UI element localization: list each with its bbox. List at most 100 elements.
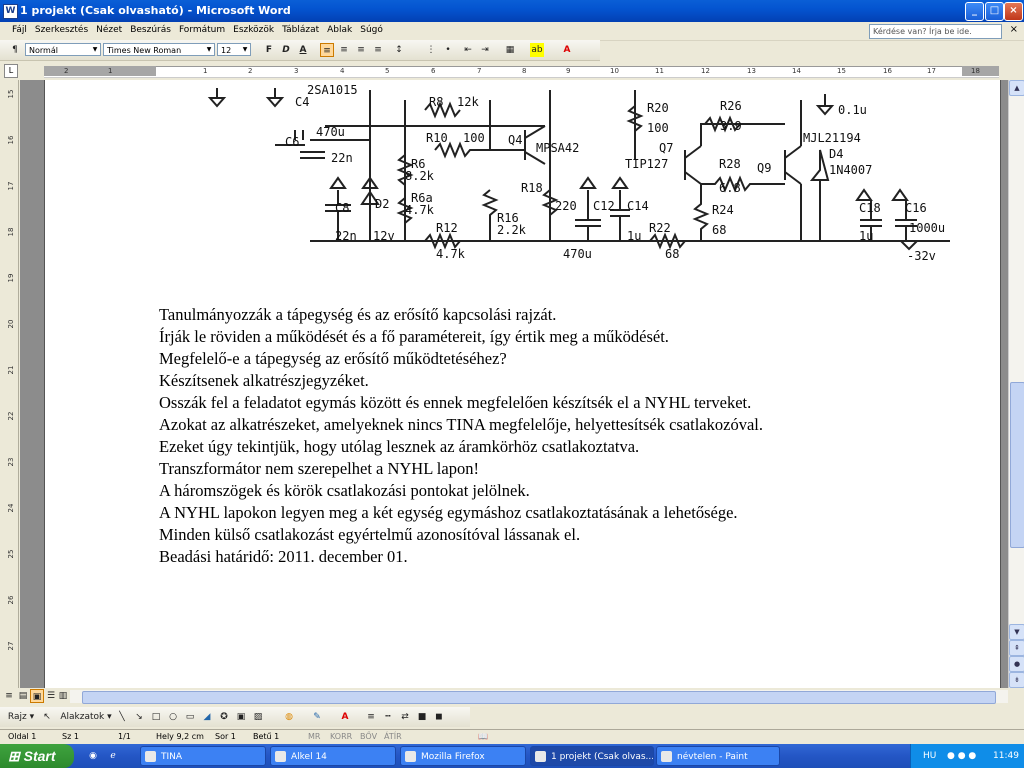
bullets-icon[interactable]: • <box>441 43 455 57</box>
fill-color-icon[interactable]: ◍ <box>282 710 296 724</box>
horizontal-scrollbar[interactable] <box>70 690 1008 704</box>
font-size-combo[interactable]: 12 ▼ <box>217 43 251 56</box>
scroll-down-icon[interactable]: ▼ <box>1009 624 1024 640</box>
document-line[interactable]: Írják le röviden a működését és a fő par… <box>159 326 763 348</box>
style-combo[interactable]: Normál ▼ <box>25 43 101 56</box>
tab-selector-icon[interactable]: L <box>4 64 18 78</box>
taskbar-task[interactable]: névtelen - Paint <box>656 746 780 766</box>
menu-item-5[interactable]: Eszközök <box>229 23 278 37</box>
picture-icon[interactable]: ▨ <box>251 710 265 724</box>
language-indicator[interactable]: HU <box>923 744 936 768</box>
reading-view-icon[interactable]: ▥ <box>56 689 70 703</box>
bold-button[interactable]: F <box>262 43 276 57</box>
next-page-icon[interactable]: ⇟ <box>1009 672 1024 688</box>
clip-art-icon[interactable]: ▣ <box>234 710 248 724</box>
taskbar-task[interactable]: 1 projekt (Csak olvas... <box>530 746 654 766</box>
menu-item-4[interactable]: Formátum <box>175 23 229 37</box>
scroll-up-icon[interactable]: ▲ <box>1009 80 1024 96</box>
wordart-icon[interactable]: ◢ <box>200 710 214 724</box>
line-style-icon[interactable]: ≡ <box>364 710 378 724</box>
horizontal-ruler[interactable]: L 2 1 1 2 3 4 5 6 7 8 9 10 11 12 13 14 15 16 17 18 <box>0 62 1024 80</box>
close-document-icon[interactable]: × <box>1010 24 1018 35</box>
draw-menu-button[interactable]: Rajz ▾ <box>4 710 38 724</box>
status-mode-ext[interactable]: BŐV <box>360 732 377 741</box>
menu-item-0[interactable]: Fájl <box>8 23 31 37</box>
document-line[interactable]: Megfelelő-e a tápegység az erősítő működ… <box>159 348 763 370</box>
taskbar-task[interactable]: Alkel 14 <box>270 746 396 766</box>
underline-button[interactable]: A <box>296 43 310 57</box>
diagram-icon[interactable]: ✪ <box>217 710 231 724</box>
text-box-icon[interactable]: ▭ <box>183 710 197 724</box>
status-mode-rec[interactable]: MR <box>308 732 320 741</box>
taskbar-task[interactable]: Mozilla Firefox <box>400 746 526 766</box>
spelling-status-icon[interactable]: 📖 <box>478 732 488 741</box>
select-objects-icon[interactable]: ↖ <box>40 710 54 724</box>
document-line[interactable]: Tanulmányozzák a tápegység és az erősítő… <box>159 304 763 326</box>
numbering-icon[interactable]: ⋮ <box>424 43 438 57</box>
autoshapes-button[interactable]: Alakzatok ▾ <box>60 710 112 724</box>
word-app-icon[interactable]: W <box>3 4 18 19</box>
status-mode-ovr[interactable]: ÁTÍR <box>384 732 402 741</box>
ie-icon[interactable]: ℯ <box>106 749 120 763</box>
align-center-button[interactable]: ≡ <box>337 43 351 57</box>
justify-button[interactable]: ≡ <box>371 43 385 57</box>
rectangle-icon[interactable]: □ <box>149 710 163 724</box>
close-button[interactable]: × <box>1004 2 1023 21</box>
line-spacing-icon[interactable]: ↕ <box>392 43 406 57</box>
align-right-button[interactable]: ≡ <box>354 43 368 57</box>
document-line[interactable]: A NYHL lapokon legyen meg a két egység e… <box>159 502 763 524</box>
oval-icon[interactable]: ○ <box>166 710 180 724</box>
3d-icon[interactable]: ◼ <box>432 710 446 724</box>
previous-page-icon[interactable]: ⇞ <box>1009 640 1024 656</box>
vertical-scroll-thumb[interactable] <box>1010 382 1024 548</box>
help-search-input[interactable]: Kérdése van? Írja be ide. <box>869 24 1002 39</box>
select-browse-object-icon[interactable]: ● <box>1009 656 1024 672</box>
menu-item-1[interactable]: Szerkesztés <box>31 23 92 37</box>
status-mode-trk[interactable]: KORR <box>330 732 352 741</box>
shadow-icon[interactable]: ■ <box>415 710 429 724</box>
document-text[interactable]: Tanulmányozzák a tápegység és az erősítő… <box>159 304 763 568</box>
font-color-icon[interactable]: A <box>560 43 574 57</box>
web-view-icon[interactable]: ▤ <box>16 689 30 703</box>
borders-icon[interactable]: ▦ <box>503 43 517 57</box>
arrow-style-icon[interactable]: ⇄ <box>398 710 412 724</box>
taskbar-task[interactable]: TINA <box>140 746 266 766</box>
arrow-icon[interactable]: ↘ <box>132 710 146 724</box>
italic-button[interactable]: D <box>279 43 293 57</box>
styles-pane-icon[interactable]: ¶ <box>8 43 22 57</box>
tray-icons[interactable]: ● ● ● <box>947 744 976 768</box>
vertical-scrollbar[interactable]: ▲ ▼ ⇞ ● ⇟ <box>1008 80 1024 688</box>
line-icon[interactable]: ╲ <box>115 710 129 724</box>
document-page[interactable]: 2SA1015 C4 470u C6 22n R8 12k R10 100 Q4 MPSA42 R6 8… <box>44 80 1001 688</box>
print-view-icon[interactable]: ▣ <box>30 689 44 703</box>
menu-item-6[interactable]: Táblázat <box>278 23 323 37</box>
document-line[interactable]: Készítsenek alkatrészjegyzéket. <box>159 370 763 392</box>
clock[interactable]: 11:49 <box>993 744 1019 768</box>
document-line[interactable]: Ezeket úgy tekintjük, hogy utólag leszne… <box>159 436 763 458</box>
show-desktop-icon[interactable]: ◉ <box>86 749 100 763</box>
dash-style-icon[interactable]: ┅ <box>381 710 395 724</box>
menu-item-7[interactable]: Ablak <box>323 23 356 37</box>
normal-view-icon[interactable]: ≡ <box>2 689 16 703</box>
align-left-button[interactable]: ≡ <box>320 43 334 57</box>
highlight-icon[interactable]: ab <box>530 43 544 57</box>
decrease-indent-icon[interactable]: ⇤ <box>461 43 475 57</box>
font-combo[interactable]: Times New Roman ▼ <box>103 43 215 56</box>
horizontal-scroll-thumb[interactable] <box>82 691 996 704</box>
menu-item-2[interactable]: Nézet <box>92 23 126 37</box>
title-bar[interactable]: W 1 projekt (Csak olvasható) - Microsoft… <box>0 0 1024 22</box>
document-line[interactable]: Transzformátor nem szerepelhet a NYHL la… <box>159 458 763 480</box>
vertical-ruler[interactable]: 1516171819202122232425262728 <box>4 80 19 696</box>
menu-item-3[interactable]: Beszúrás <box>126 23 175 37</box>
start-button[interactable]: ⊞ Start <box>0 744 74 768</box>
menu-item-8[interactable]: Súgó <box>356 23 387 37</box>
document-line[interactable]: Minden külső csatlakozást egyértelmű azo… <box>159 524 763 546</box>
document-line[interactable]: A háromszögek és körök csatlakozási pont… <box>159 480 763 502</box>
increase-indent-icon[interactable]: ⇥ <box>478 43 492 57</box>
document-line[interactable]: Osszák fel a feladatot egymás között és … <box>159 392 763 414</box>
document-line[interactable]: Beadási határidő: 2011. december 01. <box>159 546 763 568</box>
draw-font-color-icon[interactable]: A <box>338 710 352 724</box>
minimize-button[interactable]: _ <box>965 2 984 21</box>
line-color-icon[interactable]: ✎ <box>310 710 324 724</box>
maximize-button[interactable]: □ <box>985 2 1004 21</box>
